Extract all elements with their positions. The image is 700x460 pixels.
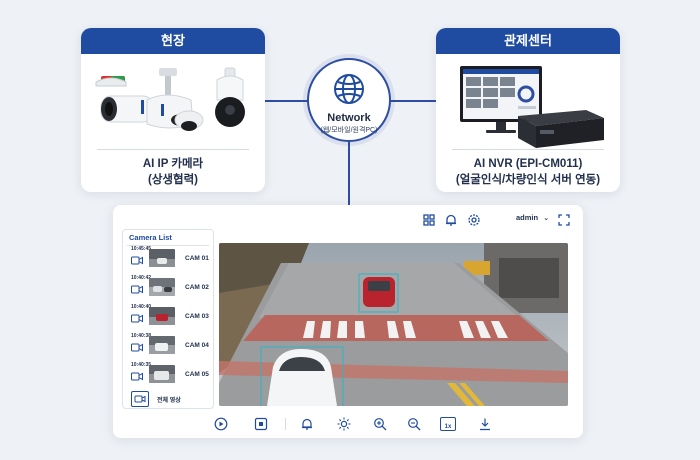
network-subtitle: (웹/모바일/원격PC) <box>320 127 378 134</box>
site-card: 현장 AI IP 카메라 (상생협력) <box>81 28 265 192</box>
camera-name: CAM 03 <box>185 313 209 320</box>
camera-thumbnail <box>149 278 175 296</box>
camera-time: 10:40:38 <box>131 333 152 339</box>
grid-layout-icon[interactable] <box>422 213 436 227</box>
control-center-caption-1: AI NVR (EPI-CM011) <box>473 158 583 170</box>
control-center-caption-2: (얼굴인식/차량인식 서버 연동) <box>455 174 601 186</box>
all-video-button[interactable]: 전체 영상 <box>131 391 215 407</box>
camera-time: 10:40:35 <box>131 362 152 368</box>
camera-list-title: Camera List <box>129 233 172 242</box>
ip-camera-product-image <box>81 54 265 149</box>
camera-name: CAM 04 <box>185 342 209 349</box>
camera-thumbnail <box>149 307 175 325</box>
zoom-out-icon[interactable] <box>407 417 421 431</box>
video-camera-icon <box>131 285 143 294</box>
site-card-caption-2: (상생협력) <box>148 174 198 186</box>
brightness-icon[interactable] <box>337 417 351 431</box>
network-hub: Network (웹/모바일/원격PC) <box>307 58 391 142</box>
camera-thumbnail <box>149 249 175 267</box>
camera-name: CAM 01 <box>185 255 209 262</box>
camera-name: CAM 05 <box>185 371 209 378</box>
chevron-down-icon: ⌄ <box>543 215 550 222</box>
play-icon[interactable] <box>214 417 228 431</box>
user-name: admin <box>516 213 539 222</box>
video-camera-icon <box>131 256 143 265</box>
connector-right <box>390 100 436 102</box>
settings-gear-icon[interactable] <box>467 213 481 227</box>
camera-list: Camera List 10:45:45 CAM 01 10:40:42 CAM… <box>122 229 214 409</box>
playback-control-bar: 1x <box>113 413 583 435</box>
alarm-bell-icon[interactable] <box>300 417 314 431</box>
camera-time: 10:40:42 <box>131 275 152 281</box>
all-video-label: 전체 영상 <box>157 398 181 404</box>
control-divider <box>285 418 286 430</box>
playback-speed-button[interactable]: 1x <box>440 417 456 431</box>
network-title: Network <box>327 112 371 124</box>
site-card-header: 현장 <box>81 28 265 54</box>
camera-list-item[interactable]: 10:40:42 CAM 02 <box>123 275 215 303</box>
camera-thumbnail <box>149 365 175 383</box>
camera-list-item[interactable]: 10:45:45 CAM 01 <box>123 246 215 274</box>
globe-icon <box>334 74 364 104</box>
fullscreen-icon[interactable] <box>557 213 571 227</box>
site-card-caption-1: AI IP 카메라 <box>142 158 204 170</box>
control-center-card-header: 관제센터 <box>436 28 620 54</box>
camera-list-item[interactable]: 10:40:35 CAM 05 <box>123 362 215 390</box>
live-video-feed[interactable] <box>219 243 568 406</box>
camera-thumbnail <box>149 336 175 354</box>
zoom-in-icon[interactable] <box>373 417 387 431</box>
video-camera-icon <box>131 372 143 381</box>
stop-icon[interactable] <box>254 417 268 431</box>
playback-speed-label: 1x <box>444 424 452 430</box>
camera-name: CAM 02 <box>185 284 209 291</box>
camera-time: 10:45:45 <box>131 246 152 252</box>
bell-icon[interactable] <box>444 213 458 227</box>
download-icon[interactable] <box>478 417 492 431</box>
vms-viewer-panel: admin ⌄ Camera List 10:45:45 CAM 01 10:4… <box>113 205 583 438</box>
control-center-card: 관제센터 AI NVR (EPI-CM011) (얼굴인식/차량인식 서버 연동… <box>436 28 620 192</box>
camera-list-item[interactable]: 10:40:38 CAM 04 <box>123 333 215 361</box>
camera-list-item[interactable]: 10:40:40 CAM 03 <box>123 304 215 332</box>
connector-left <box>265 100 308 102</box>
nvr-product-image <box>436 54 620 149</box>
video-camera-icon <box>131 314 143 323</box>
video-grid-icon <box>131 391 149 407</box>
video-camera-icon <box>131 343 143 352</box>
user-menu[interactable]: admin ⌄ <box>516 213 549 222</box>
camera-time: 10:40:40 <box>131 304 152 310</box>
connector-down <box>348 142 350 205</box>
